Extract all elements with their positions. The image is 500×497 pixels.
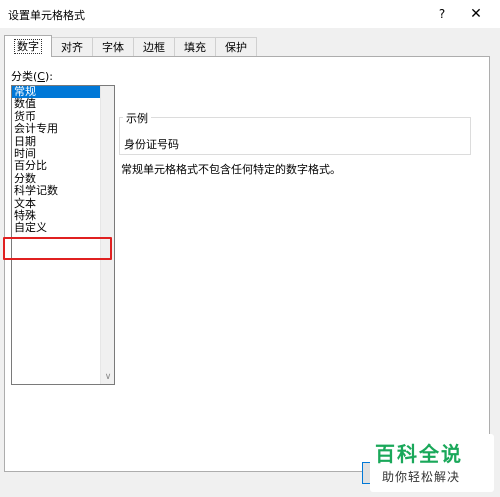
- tab-strip: 数字 对齐 字体 边框 填充 保护: [4, 35, 257, 57]
- category-item-percentage[interactable]: 百分比: [12, 159, 100, 172]
- sample-value: 身份证号码: [124, 138, 179, 151]
- watermark-logo: 百科全说 助你轻松解决: [370, 434, 494, 492]
- category-item-scientific[interactable]: 科学记数: [12, 184, 100, 197]
- dialog-title: 设置单元格格式: [8, 9, 85, 22]
- close-button[interactable]: ✕: [464, 3, 488, 25]
- watermark-subtitle: 助你轻松解决: [382, 470, 461, 484]
- tab-number[interactable]: 数字: [4, 35, 52, 57]
- category-item-number[interactable]: 数值: [12, 97, 100, 110]
- category-item-accounting[interactable]: 会计专用: [12, 122, 100, 135]
- category-item-custom[interactable]: 自定义: [12, 221, 100, 234]
- title-bar: 设置单元格格式 ? ✕: [0, 0, 500, 28]
- help-button[interactable]: ?: [430, 3, 454, 25]
- text-item-highlight-box: [3, 237, 112, 260]
- tab-font[interactable]: 字体: [92, 37, 134, 57]
- tab-label: 数字: [14, 39, 42, 54]
- tab-fill[interactable]: 填充: [174, 37, 216, 57]
- format-description: 常规单元格格式不包含任何特定的数字格式。: [121, 163, 341, 176]
- tab-protection[interactable]: 保护: [215, 37, 257, 57]
- sample-legend: 示例: [123, 110, 151, 126]
- category-scrollbar[interactable]: ∨: [100, 86, 114, 384]
- dialog-body: 数字 对齐 字体 边框 填充 保护 分类(C): 常规 数值 货币 会计专用 日…: [0, 28, 500, 497]
- category-label: 分类(C):: [11, 70, 53, 83]
- chevron-down-icon[interactable]: ∨: [103, 372, 113, 382]
- number-tab-panel: 分类(C): 常规 数值 货币 会计专用 日期 时间 百分比 分数 科学记数 文…: [3, 56, 490, 472]
- watermark-title: 百科全说: [375, 442, 463, 466]
- tab-border[interactable]: 边框: [133, 37, 175, 57]
- category-listbox[interactable]: 常规 数值 货币 会计专用 日期 时间 百分比 分数 科学记数 文本 特殊 自定…: [11, 85, 115, 385]
- tab-alignment[interactable]: 对齐: [51, 37, 93, 57]
